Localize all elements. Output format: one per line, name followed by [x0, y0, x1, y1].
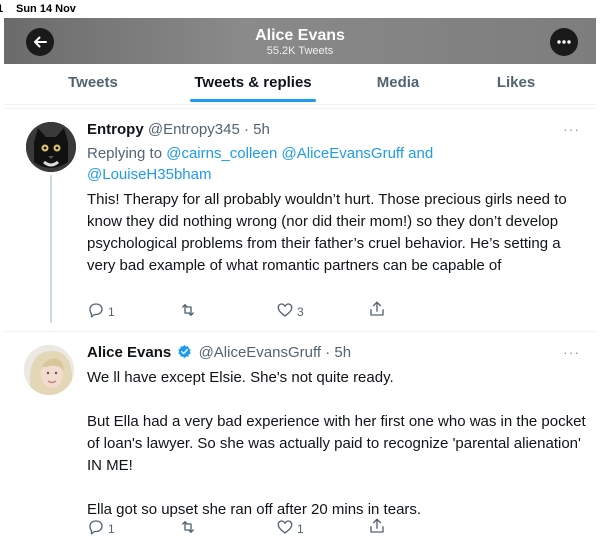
tweet-text: We ll have except Elsie. She's not quite… [87, 367, 587, 521]
retweet-button[interactable] [179, 518, 209, 538]
status-bar: 1 Sun 14 Nov [0, 0, 600, 18]
replying-to-label: Replying to [87, 145, 163, 162]
tweet-count: 55.2K Tweets [266, 45, 334, 57]
reply-button[interactable]: 1 [87, 518, 127, 538]
reply-count: 1 [108, 305, 115, 319]
tab-tweets-and-replies[interactable]: Tweets & replies [190, 64, 316, 104]
reply-handle[interactable]: @LouiseH35bham [87, 166, 211, 183]
tweet-paragraph: Ella got so upset she ran off after 20 m… [87, 501, 422, 518]
tweet-paragraph: But Ella had a very bad experience with … [87, 413, 590, 474]
tweet-author-row: Entropy @Entropy345 · 5h [87, 121, 270, 138]
alice-avatar-image [24, 345, 74, 395]
tweet-time[interactable]: 5h [334, 344, 351, 361]
share-button[interactable] [368, 517, 388, 537]
like-count: 3 [297, 305, 304, 319]
like-icon [277, 303, 293, 317]
more-options-button[interactable] [550, 28, 578, 56]
tweet-body: This! Therapy for all probably wouldn’t … [87, 191, 571, 274]
tweet-paragraph: We ll have except Elsie. She's not quite… [87, 369, 394, 386]
separator-dot: · [243, 121, 249, 138]
author-handle[interactable]: @Entropy345 [148, 121, 240, 138]
thread-line [50, 175, 52, 323]
reply-handles[interactable]: @cairns_colleen @AliceEvansGruff [166, 145, 404, 162]
divider [4, 108, 596, 109]
retweet-button[interactable] [179, 301, 209, 321]
replying-to: Replying to @cairns_colleen @AliceEvansG… [87, 143, 507, 185]
tab-tweets[interactable]: Tweets [50, 64, 136, 104]
reply-icon [89, 303, 103, 318]
like-count: 1 [297, 522, 304, 536]
share-icon [370, 301, 384, 316]
profile-tabs: Tweets Tweets & replies Media Likes [4, 64, 596, 105]
author-name[interactable]: Alice Evans [87, 344, 171, 361]
verified-badge-icon [178, 344, 192, 359]
more-options-icon [557, 40, 571, 44]
tab-media[interactable]: Media [366, 64, 430, 104]
author-name[interactable]: Entropy [87, 121, 144, 138]
divider [4, 331, 596, 332]
status-date: Sun 14 Nov [16, 3, 76, 15]
like-button[interactable]: 3 [276, 301, 316, 321]
share-button[interactable] [368, 300, 388, 320]
author-handle[interactable]: @AliceEvansGruff [199, 344, 322, 361]
like-button[interactable]: 1 [276, 518, 316, 538]
tweet-time[interactable]: 5h [253, 121, 270, 138]
status-time: 1 [0, 3, 4, 15]
tweet-more-button[interactable]: ··· [563, 344, 580, 360]
avatar[interactable] [26, 122, 76, 172]
cat-avatar-image [26, 122, 76, 172]
tab-likes[interactable]: Likes [486, 64, 546, 104]
tweet-author-row: Alice Evans @AliceEvansGruff · 5h [87, 344, 351, 361]
reply-and[interactable]: and [408, 145, 433, 162]
separator-dot: · [325, 344, 331, 361]
reply-count: 1 [108, 522, 115, 536]
tweet-text: This! Therapy for all probably wouldn’t … [87, 189, 587, 277]
retweet-icon [182, 521, 194, 533]
profile-name-title: Alice Evans [255, 27, 345, 44]
avatar[interactable] [24, 345, 74, 395]
reply-button[interactable]: 1 [87, 301, 127, 321]
share-icon [370, 518, 384, 533]
tweet-more-button[interactable]: ··· [563, 121, 580, 137]
profile-header: Alice Evans 55.2K Tweets [4, 18, 596, 64]
like-icon [277, 520, 293, 534]
retweet-icon [182, 304, 194, 316]
reply-icon [89, 520, 103, 535]
